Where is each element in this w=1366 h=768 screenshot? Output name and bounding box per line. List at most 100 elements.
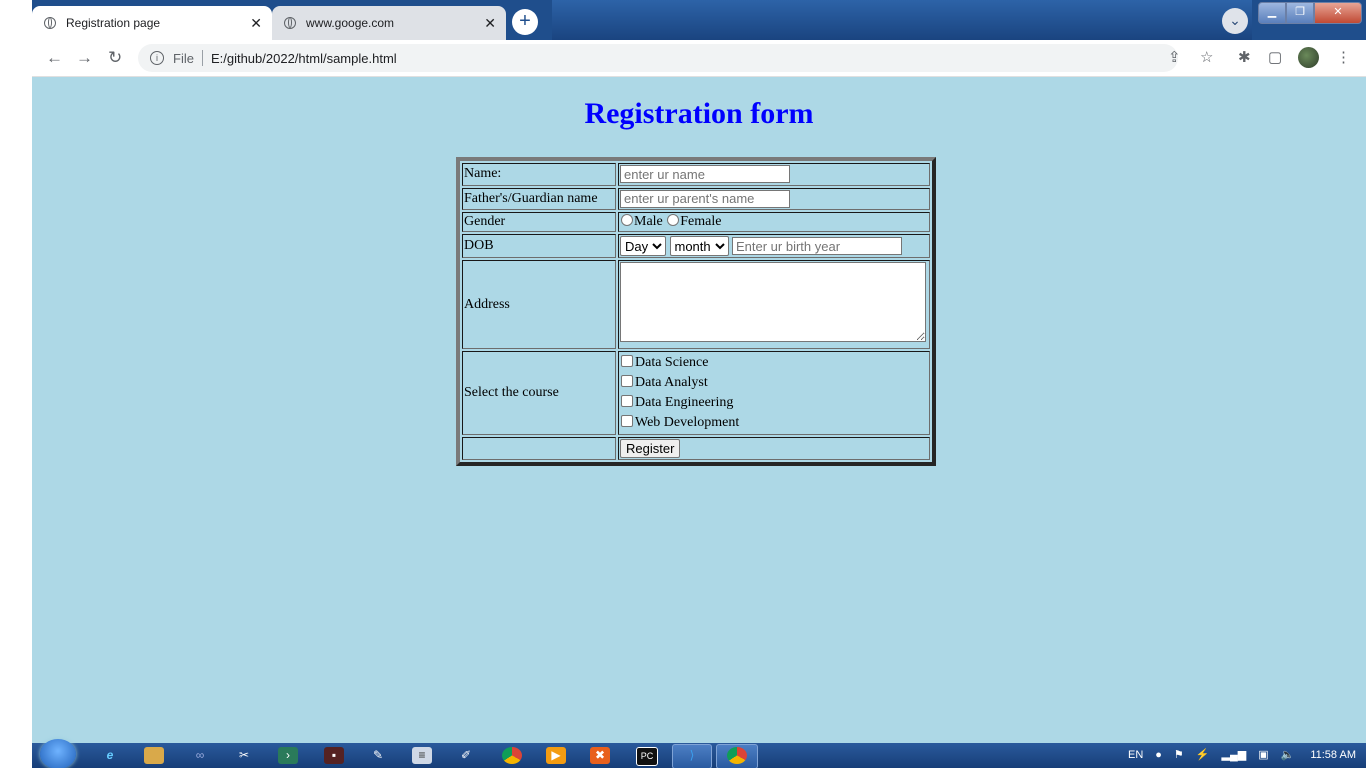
gender-male-radio[interactable] <box>621 214 633 226</box>
address-bar[interactable]: i File E:/github/2022/html/sample.html <box>138 44 1178 72</box>
bookmark-star-icon[interactable]: ☆ <box>1200 48 1213 66</box>
pycharm-icon[interactable]: PC <box>636 747 658 766</box>
table-row: Address <box>462 260 930 349</box>
address-label: Address <box>462 260 616 349</box>
info-icon[interactable]: i <box>150 51 164 65</box>
terminal-app-icon[interactable]: › <box>278 747 298 764</box>
language-indicator[interactable]: EN <box>1128 749 1143 761</box>
close-window-button[interactable]: ✕ <box>1314 2 1362 24</box>
scheme-label: File <box>173 50 194 66</box>
file-explorer-icon[interactable] <box>144 747 164 764</box>
name-input[interactable] <box>620 165 790 183</box>
window-controls: ▁ ❐ ✕ <box>1258 2 1362 24</box>
course-cell: Data Science Data Analyst Data Engineeri… <box>618 351 930 435</box>
page-title: Registration form <box>584 97 814 130</box>
course-option: Data Engineering <box>620 393 928 413</box>
globe-icon <box>44 17 56 29</box>
tab-close-icon[interactable]: ✕ <box>250 15 262 32</box>
new-tab-button[interactable]: + <box>512 9 538 35</box>
course-option: Web Development <box>620 413 928 433</box>
address-textarea[interactable] <box>620 262 926 342</box>
app-icon[interactable]: ▪ <box>324 747 344 764</box>
course-checkbox[interactable] <box>621 355 633 367</box>
maximize-button[interactable]: ❐ <box>1286 2 1314 24</box>
reload-icon[interactable]: ↻ <box>108 48 122 68</box>
vscode-icon: ⟩ <box>689 748 695 762</box>
course-option-label: Web Development <box>635 415 740 430</box>
tab-google[interactable]: www.googe.com ✕ <box>272 6 506 40</box>
parent-name-input[interactable] <box>620 189 790 208</box>
back-icon[interactable]: ← <box>46 48 63 68</box>
table-row: Select the course Data Science Data Anal… <box>462 351 930 435</box>
left-edge <box>0 0 32 768</box>
globe-icon <box>284 17 296 29</box>
tab-close-icon[interactable]: ✕ <box>484 15 496 32</box>
share-icon[interactable]: ⇪ <box>1168 48 1181 66</box>
document-icon[interactable]: ≡ <box>412 747 432 764</box>
taskbar-chrome-active[interactable] <box>716 744 758 768</box>
internet-explorer-icon[interactable]: e <box>100 747 120 764</box>
paint-icon[interactable]: ✐ <box>456 747 476 764</box>
course-option-label: Data Analyst <box>635 375 708 390</box>
course-label: Select the course <box>462 351 616 435</box>
gender-cell: Male Female <box>618 212 930 232</box>
media-player-icon[interactable]: ▶ <box>546 747 566 764</box>
tab-search-button[interactable]: ⌄ <box>1222 8 1248 34</box>
volume-icon[interactable]: 🔈 <box>1281 748 1295 761</box>
xampp-icon[interactable]: ✖ <box>590 747 610 764</box>
system-tray: EN ● ⚑ ⚡ ▂▄▆ ▣ 🔈 11:58 AM <box>1116 748 1356 762</box>
parent-name-label: Father's/Guardian name <box>462 187 616 210</box>
table-row: Register <box>462 437 930 460</box>
course-checkbox[interactable] <box>621 375 633 387</box>
course-checkbox[interactable] <box>621 415 633 427</box>
taskbar-vscode[interactable]: ⟩ <box>672 744 712 768</box>
table-row: DOB Day month <box>462 234 930 258</box>
infinity-app-icon[interactable]: ∞ <box>190 747 210 764</box>
register-button[interactable]: Register <box>620 439 681 458</box>
profile-avatar[interactable] <box>1298 47 1319 68</box>
name-cell <box>618 163 930 186</box>
tools-icon[interactable]: ✂ <box>234 747 254 764</box>
display-icon[interactable]: ▣ <box>1258 748 1268 761</box>
notepad-icon[interactable]: ✎ <box>368 747 388 764</box>
dob-month-select[interactable]: month <box>669 236 729 256</box>
chrome-icon[interactable] <box>502 747 522 764</box>
network-icon[interactable]: ▂▄▆ <box>1222 748 1247 761</box>
extensions-icon[interactable]: ✱ <box>1238 48 1251 66</box>
chrome-icon <box>727 747 747 764</box>
chrome-tray-icon[interactable]: ● <box>1155 749 1162 761</box>
birth-year-input[interactable] <box>732 237 902 255</box>
start-button[interactable] <box>40 739 76 768</box>
power-icon[interactable]: ⚡ <box>1196 748 1210 761</box>
gender-female-radio[interactable] <box>667 214 680 226</box>
dob-day-select[interactable]: Day <box>620 236 666 256</box>
gender-male-label: Male <box>634 214 663 229</box>
titlebar-glass <box>552 0 1252 40</box>
browser-toolbar: ← → ↻ i File E:/github/2022/html/sample.… <box>32 40 1366 77</box>
clock[interactable]: 11:58 AM <box>1310 749 1356 761</box>
table-row: Father's/Guardian name <box>462 187 930 210</box>
flag-icon[interactable]: ⚑ <box>1174 748 1184 761</box>
empty-cell <box>462 437 616 460</box>
course-option: Data Analyst <box>620 373 928 393</box>
tab-title: Registration page <box>66 16 161 30</box>
submit-cell: Register <box>618 437 930 460</box>
course-checkbox[interactable] <box>621 395 633 407</box>
forward-icon[interactable]: → <box>76 48 93 68</box>
minimize-button[interactable]: ▁ <box>1258 2 1286 24</box>
tab-registration-page[interactable]: Registration page ✕ <box>32 6 272 40</box>
parent-name-cell <box>618 187 930 210</box>
side-panel-icon[interactable]: ▢ <box>1268 48 1282 66</box>
course-option-label: Data Science <box>635 355 709 370</box>
divider <box>201 50 203 66</box>
name-label: Name: <box>462 163 616 186</box>
course-option: Data Science <box>620 353 928 373</box>
course-option-label: Data Engineering <box>635 395 734 410</box>
gender-label: Gender <box>462 212 616 232</box>
taskbar: e ∞ ✂ › ▪ ✎ ≡ ✐ ▶ ✖ PC ⟩ EN ● ⚑ ⚡ ▂▄▆ ▣ … <box>32 739 1366 768</box>
table-row: Gender Male Female <box>462 212 930 232</box>
address-cell <box>618 260 930 349</box>
menu-kebab-icon[interactable]: ⋮ <box>1336 48 1351 66</box>
tab-title: www.googe.com <box>306 16 395 30</box>
dob-label: DOB <box>462 234 616 258</box>
